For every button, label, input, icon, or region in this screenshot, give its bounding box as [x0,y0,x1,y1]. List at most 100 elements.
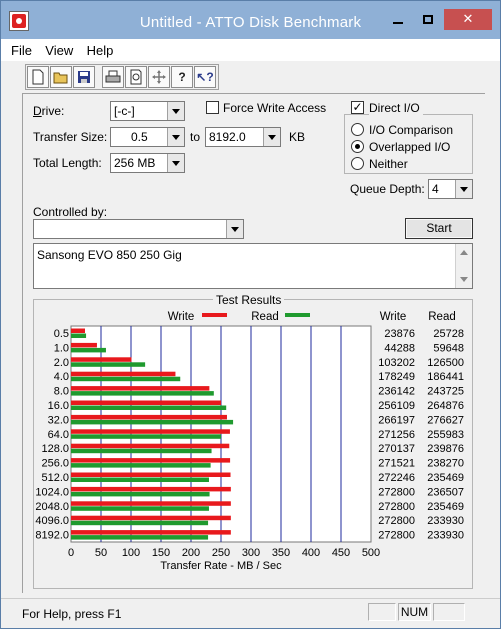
write-value: 272800 [378,501,415,513]
transfer-size-label: Transfer Size: [33,130,108,144]
category-label: 2048.0 [35,501,69,513]
chevron-down-icon[interactable] [226,220,243,238]
chevron-down-icon[interactable] [167,128,184,146]
read-bar [71,520,209,526]
print-preview-icon[interactable] [125,66,147,88]
print-icon[interactable] [102,66,124,88]
read-column-header: Read [428,311,456,323]
read-value: 186441 [427,371,464,383]
neither-label: Neither [369,157,408,171]
write-bar [71,328,85,333]
menu-bar: File View Help [1,39,500,61]
open-icon[interactable] [50,66,72,88]
overlapped-io-radio[interactable] [351,140,364,153]
toolbar: ? ↖? [25,64,219,90]
write-value: 272246 [378,472,415,484]
write-value: 271256 [378,429,415,441]
status-bar: For Help, press F1 NUM [1,598,500,628]
help-icon[interactable]: ? [171,66,193,88]
x-tick-label: 150 [152,547,170,559]
read-bar [71,333,87,338]
controlled-by-select[interactable] [33,219,244,239]
drive-select[interactable]: [-c-] [110,101,185,121]
queue-depth-select[interactable]: 4 [428,179,473,199]
force-write-checkbox[interactable] [206,101,219,114]
total-length-label: Total Length: [33,156,102,170]
write-bar [71,530,231,535]
context-help-icon[interactable]: ↖? [194,66,216,88]
direct-io-label: Direct I/O [369,101,423,115]
category-label: 2.0 [54,357,69,369]
category-label: 16.0 [48,400,69,412]
overlapped-io-label: Overlapped I/O [369,140,451,154]
legend-read-label: Read [251,311,279,323]
write-bar [71,414,227,420]
read-value: 25728 [433,328,464,340]
minimize-button[interactable] [384,9,412,30]
drive-label: Drive: [33,104,65,118]
scroll-up-icon[interactable] [460,250,468,255]
to-label: to [190,130,201,144]
category-label: 256.0 [41,458,69,470]
new-icon[interactable] [27,66,49,88]
write-value: 271521 [378,458,415,470]
kb-unit-label: KB [289,130,306,144]
write-bar [71,400,222,405]
x-tick-label: 500 [362,547,380,559]
write-bar [71,443,230,449]
controlled-by-label: Controlled by: [33,205,108,219]
write-value: 272800 [378,486,415,498]
read-value: 239876 [427,443,464,455]
start-button[interactable]: Start [405,218,473,239]
chevron-down-icon[interactable] [167,154,184,172]
title-bar[interactable]: Untitled - ATTO Disk Benchmark ✕ [1,1,500,39]
scroll-down-icon[interactable] [460,277,468,282]
category-label: 32.0 [48,414,69,426]
write-bar [71,429,230,434]
io-comparison-label: I/O Comparison [369,123,454,137]
status-cell-caps [368,603,396,621]
save-icon[interactable] [73,66,95,88]
category-label: 128.0 [41,443,69,455]
x-tick-label: 300 [242,547,260,559]
close-button[interactable]: ✕ [444,9,492,30]
total-length-select[interactable]: 256 MB [110,153,185,173]
write-column-header: Write [380,311,407,323]
write-bar [71,342,97,348]
read-bar [71,347,106,353]
drive-value: [-c-] [114,104,135,118]
menu-view[interactable]: View [41,39,79,58]
write-value: 44288 [384,342,415,354]
status-text: For Help, press F1 [22,607,122,621]
legend-write-swatch [202,313,227,317]
write-bar [71,458,231,463]
description-scrollbar[interactable] [455,244,472,288]
neither-radio[interactable] [351,157,364,170]
maximize-button[interactable] [414,9,442,30]
chevron-down-icon[interactable] [455,180,472,198]
legend-write-label: Write [168,311,195,323]
io-comparison-radio[interactable] [351,123,364,136]
chevron-down-icon[interactable] [263,128,280,146]
queue-depth-value: 4 [432,182,439,196]
read-bar [71,391,214,396]
read-value: 264876 [427,400,464,412]
write-bar [71,386,210,391]
transfer-size-from-select[interactable]: 0.5 [110,127,185,147]
transfer-size-from-value: 0.5 [131,130,148,144]
x-tick-label: 100 [122,547,140,559]
x-tick-label: 450 [332,547,350,559]
direct-io-checkbox[interactable]: ✓ [351,101,364,114]
read-bar [71,419,234,425]
read-bar [71,405,227,410]
menu-file[interactable]: File [7,39,38,58]
menu-help[interactable]: Help [83,39,120,58]
read-value: 238270 [427,458,464,470]
transfer-size-to-select[interactable]: 8192.0 [205,127,281,147]
description-field[interactable]: Sansong EVO 850 250 Gig [33,243,473,289]
x-tick-label: 350 [272,547,290,559]
chevron-down-icon[interactable] [167,102,184,120]
x-tick-label: 0 [68,547,74,559]
category-label: 0.5 [54,328,69,340]
move-icon[interactable] [148,66,170,88]
